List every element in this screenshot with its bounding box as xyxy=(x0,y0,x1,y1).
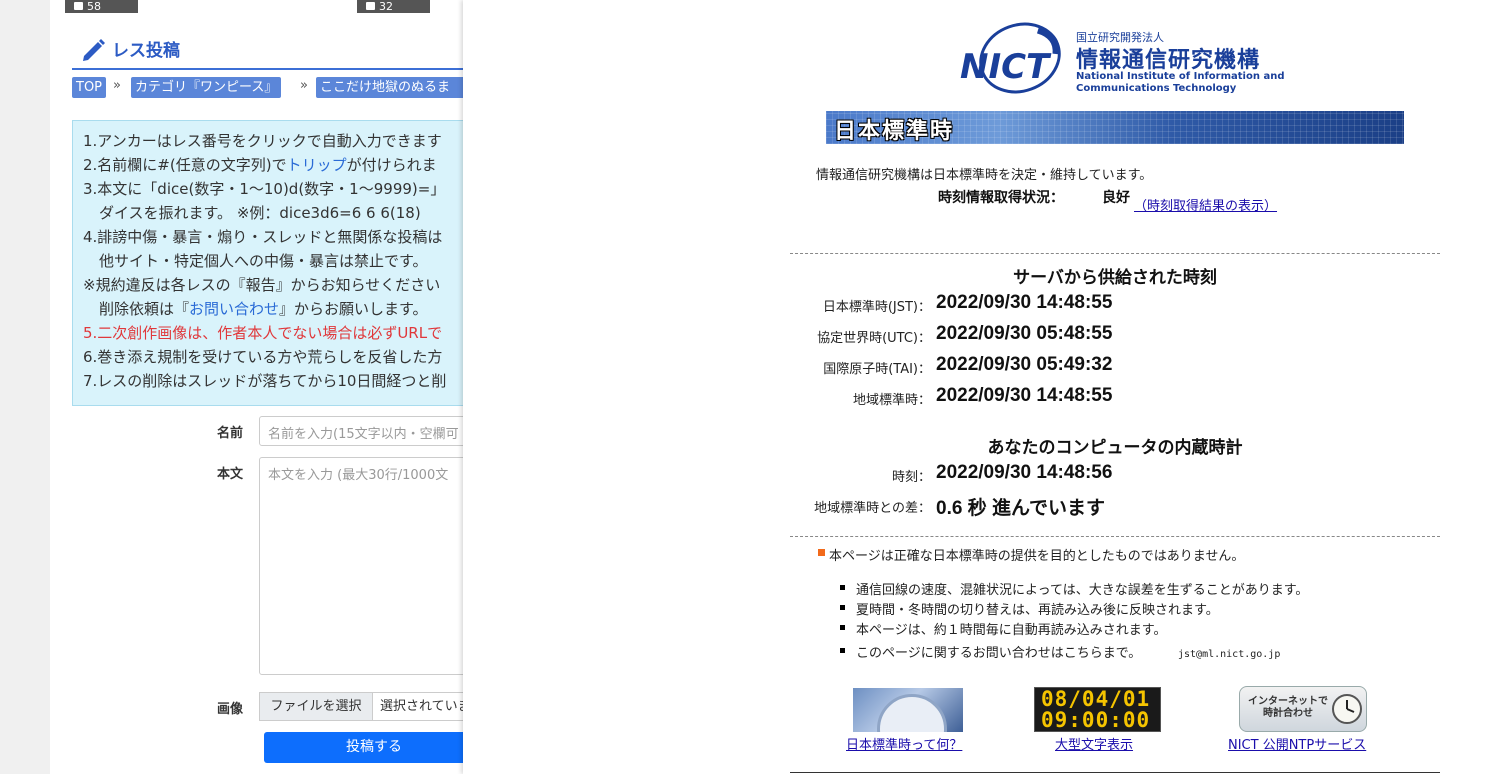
bullet-icon xyxy=(818,549,825,556)
computer-clock-title: あなたのコンピュータの内蔵時計 xyxy=(987,438,1243,458)
ntp-service-link[interactable]: NICT 公開NTPサービス xyxy=(1228,734,1366,753)
rule-line: 3.本文に「dice(数字・1〜10)d(数字・1〜9999)=」 xyxy=(83,180,446,198)
rule-line: 7.レスの削除はスレッドが落ちてから10日間経つと削 xyxy=(83,372,447,390)
divider xyxy=(790,253,1440,254)
rule-line: 他サイト・特定個人への中傷・暴言は禁止です。 xyxy=(99,252,428,270)
divider xyxy=(790,536,1440,537)
body-textarea[interactable]: 本文を入力 (最大30行/1000文 xyxy=(259,457,470,675)
trip-link[interactable]: トリップ xyxy=(287,156,347,174)
led-date: 08/04/01 xyxy=(1041,687,1151,711)
bullet-icon xyxy=(840,625,845,630)
posting-rules-box: 1.アンカーはレス番号をクリックで自動入力できます 2.名前欄に#(任意の文字列… xyxy=(72,120,470,406)
status-value: 良好 xyxy=(1102,190,1130,206)
thread-thumbnail[interactable]: 58 xyxy=(65,0,138,13)
rule-line: 削除依頼は『お問い合わせ』からお願いします。 xyxy=(99,300,428,318)
comment-bubble-icon xyxy=(366,2,375,10)
server-time-title: サーバから供給された時刻 xyxy=(1013,268,1217,288)
submit-button[interactable]: 投稿する xyxy=(264,732,470,763)
large-display-link[interactable]: 大型文字表示 xyxy=(1055,734,1133,753)
org-english-line-1: National Institute of Information and xyxy=(1076,71,1285,82)
jst-banner: 日本標準時 xyxy=(826,111,1404,144)
note-item: 本ページは、約１時間毎に自動再読み込みされます。 xyxy=(856,623,1167,638)
forum-page: 58 32 レス投稿 TOP » カテゴリ『ワンピース』 » ここだけ地獄のぬる… xyxy=(50,0,470,774)
utc-value: 2022/09/30 05:48:55 xyxy=(936,323,1113,344)
computer-time-label: 時刻： xyxy=(891,470,931,485)
jst-label: 日本標準時(JST)： xyxy=(822,300,931,315)
name-input[interactable]: 名前を入力(15文字以内・空欄可 xyxy=(259,416,470,446)
note-item: このページに関するお問い合わせはこちらまで。 xyxy=(856,646,1142,661)
image-label: 画像 xyxy=(217,702,244,717)
bullet-icon xyxy=(840,605,845,610)
rule-line: 6.巻き添え規制を受けている方や荒らしを反省した方 xyxy=(83,348,443,366)
status-label: 時刻情報取得状況： xyxy=(938,190,1064,206)
breadcrumb-category[interactable]: カテゴリ『ワンピース』 xyxy=(131,77,282,98)
bullet-icon xyxy=(840,648,845,653)
name-label: 名前 xyxy=(217,426,244,441)
rule-line: 2.名前欄に#(任意の文字列)でトリップが付けられま xyxy=(83,156,437,174)
breadcrumb-top[interactable]: TOP xyxy=(72,77,107,98)
utc-label: 協定世界時(UTC)： xyxy=(817,331,931,346)
rule-line: ダイスを振れます。 ※例：dice3d6=6 6 6(18) xyxy=(99,204,421,222)
nict-jst-window: NICT 国立研究開発法人 情報通信研究機構 National Institut… xyxy=(463,0,1488,774)
rule-line: ※規約違反は各レスの『報告』からお知らせください xyxy=(83,276,441,294)
jst-value: 2022/09/30 14:48:55 xyxy=(936,292,1113,313)
breadcrumb-separator: » xyxy=(300,78,308,93)
offset-label: 地域標準時との差： xyxy=(814,501,931,516)
post-section-header: レス投稿 xyxy=(72,32,470,70)
thread-thumbnail[interactable]: 32 xyxy=(357,0,430,13)
large-display-image[interactable]: 08/04/01 09:00:00 xyxy=(1034,687,1161,732)
section-title: レス投稿 xyxy=(112,41,180,61)
disclaimer-text: 本ページは正確な日本標準時の提供を目的としたものではありません。 xyxy=(829,549,1245,564)
tai-value: 2022/09/30 05:49:32 xyxy=(936,354,1113,375)
file-status: 選択されていません xyxy=(373,692,470,721)
jst-banner-text: 日本標準時 xyxy=(834,119,955,144)
nict-logo-text: NICT xyxy=(960,47,1052,87)
local-standard-label: 地域標準時： xyxy=(852,393,931,408)
about-jst-link[interactable]: 日本標準時って何？ xyxy=(846,734,962,753)
rule-line-warning: 5.二次創作画像は、作者本人でない場合は必ずURLで xyxy=(83,324,443,342)
nict-logo: NICT xyxy=(960,22,1061,94)
ntp-image-text: インターネットで時計合わせ xyxy=(1248,696,1328,719)
clock-icon xyxy=(1332,694,1362,724)
jst-about-image[interactable] xyxy=(853,688,963,732)
local-standard-value: 2022/09/30 14:48:55 xyxy=(936,385,1113,406)
file-select-button[interactable]: ファイルを選択 xyxy=(259,692,373,721)
note-item: 通信回線の速度、混雑状況によっては、大きな誤差を生ずることがあります。 xyxy=(856,583,1309,598)
divider xyxy=(790,772,1440,773)
ntp-service-image[interactable]: インターネットで時計合わせ xyxy=(1239,686,1367,732)
body-label: 本文 xyxy=(217,467,244,482)
rule-line: 4.誹謗中傷・暴言・煽り・スレッドと無関係な投稿は xyxy=(83,228,443,246)
comment-bubble-icon xyxy=(74,2,83,10)
computer-time-value: 2022/09/30 14:48:56 xyxy=(936,462,1113,483)
tai-label: 国際原子時(TAI)： xyxy=(823,362,931,377)
comment-count: 32 xyxy=(379,0,393,13)
rule-line: 1.アンカーはレス番号をクリックで自動入力できます xyxy=(83,132,442,150)
led-time: 09:00:00 xyxy=(1041,708,1151,732)
contact-email[interactable]: jst@ml.nict.go.jp xyxy=(1178,649,1280,660)
bullet-icon xyxy=(840,585,845,590)
breadcrumb-separator: » xyxy=(113,78,121,93)
contact-link[interactable]: お問い合わせ xyxy=(189,300,279,318)
note-item: 夏時間・冬時間の切り替えは、再読み込み後に反映されます。 xyxy=(856,603,1219,618)
offset-value: 0.6 秒 進んでいます xyxy=(936,498,1106,519)
pencil-icon xyxy=(83,39,105,61)
org-name: 情報通信研究機構 xyxy=(1076,48,1261,73)
status-result-link[interactable]: （時刻取得結果の表示） xyxy=(1134,195,1277,214)
intro-text: 情報通信研究機構は日本標準時を決定・維持しています。 xyxy=(816,168,1153,183)
breadcrumb-thread[interactable]: ここだけ地獄のぬるま xyxy=(316,77,470,98)
clock-face-icon xyxy=(877,694,947,732)
org-english-line-2: Communications Technology xyxy=(1076,83,1237,94)
comment-count: 58 xyxy=(87,0,101,13)
